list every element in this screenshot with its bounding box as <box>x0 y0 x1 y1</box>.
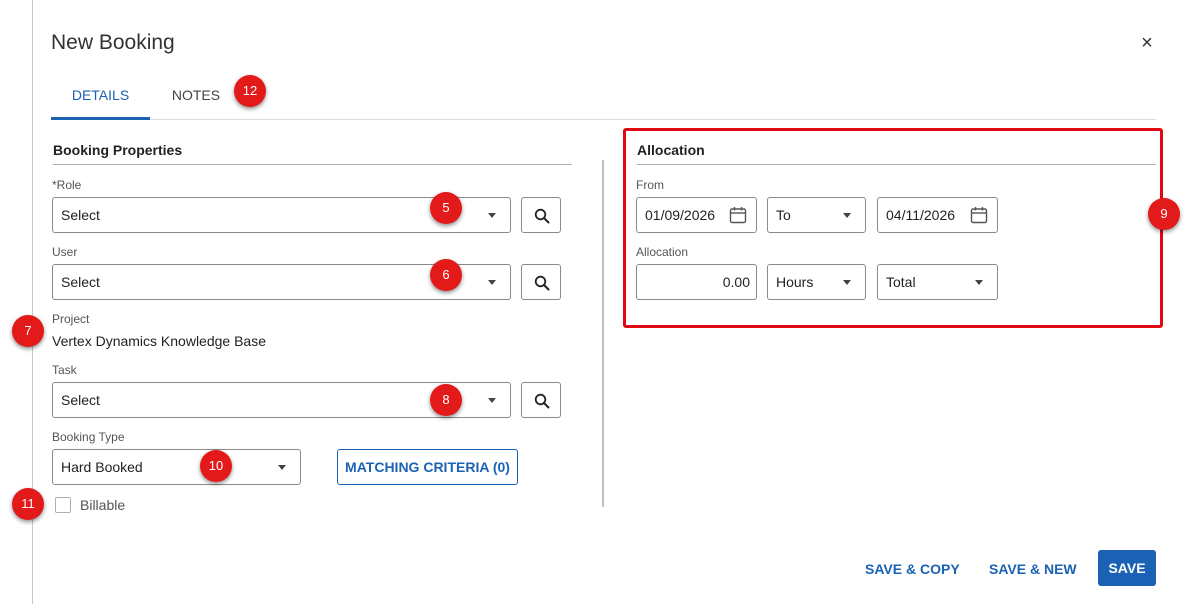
role-search-button[interactable] <box>521 197 561 233</box>
to-date-value: 04/11/2026 <box>886 207 956 223</box>
role-label: *Role <box>52 178 82 192</box>
search-icon <box>534 208 550 224</box>
chevron-down-icon <box>488 280 496 285</box>
chevron-down-icon <box>488 398 496 403</box>
annotation-badge: 12 <box>234 75 266 107</box>
chevron-down-icon <box>843 280 851 285</box>
billable-checkbox[interactable] <box>55 497 71 513</box>
search-icon <box>534 393 550 409</box>
annotation-badge: 10 <box>200 450 232 482</box>
task-label: Task <box>52 363 77 377</box>
from-label: From <box>636 178 664 192</box>
tab-details[interactable]: DETAILS <box>51 74 150 120</box>
to-select-value: To <box>776 207 791 223</box>
annotation-badge: 9 <box>1148 198 1180 230</box>
annotation-badge: 11 <box>12 488 44 520</box>
matching-criteria-button[interactable]: MATCHING CRITERIA (0) <box>337 449 518 485</box>
booking-properties-heading: Booking Properties <box>53 142 572 165</box>
to-select[interactable]: To <box>767 197 866 233</box>
booking-type-value: Hard Booked <box>61 459 143 475</box>
save-and-copy-button[interactable]: SAVE & COPY <box>865 561 960 577</box>
allocation-mode-value: Total <box>886 274 916 290</box>
chevron-down-icon <box>488 213 496 218</box>
billable-label: Billable <box>80 497 126 513</box>
allocation-unit-value: Hours <box>776 274 814 290</box>
from-date-input[interactable]: 01/09/2026 <box>636 197 757 233</box>
calendar-icon[interactable] <box>970 206 988 224</box>
user-select-value: Select <box>61 274 100 290</box>
dialog-title: New Booking <box>51 31 175 54</box>
user-label: User <box>52 245 78 259</box>
chevron-down-icon <box>843 213 851 218</box>
task-select-value: Select <box>61 392 100 408</box>
role-select-value: Select <box>61 207 100 223</box>
allocation-amount-input[interactable]: 0.00 <box>636 264 757 300</box>
calendar-icon[interactable] <box>729 206 747 224</box>
booking-type-select[interactable]: Hard Booked <box>52 449 301 485</box>
tab-notes[interactable]: NOTES <box>156 74 236 120</box>
from-date-value: 01/09/2026 <box>645 207 716 223</box>
save-and-new-button[interactable]: SAVE & NEW <box>989 561 1077 577</box>
search-icon <box>534 275 550 291</box>
annotation-badge: 8 <box>430 384 462 416</box>
tab-bar: DETAILS NOTES <box>51 74 1156 120</box>
booking-type-label: Booking Type <box>52 430 125 444</box>
chevron-down-icon <box>975 280 983 285</box>
project-label: Project <box>52 312 90 326</box>
chevron-down-icon <box>278 465 286 470</box>
close-icon[interactable]: × <box>1136 33 1158 55</box>
allocation-heading: Allocation <box>637 142 1156 165</box>
to-date-input[interactable]: 04/11/2026 <box>877 197 998 233</box>
user-search-button[interactable] <box>521 264 561 300</box>
allocation-mode-select[interactable]: Total <box>877 264 998 300</box>
save-button[interactable]: SAVE <box>1098 550 1156 586</box>
project-value: Vertex Dynamics Knowledge Base <box>52 333 266 349</box>
annotation-badge: 5 <box>430 192 462 224</box>
column-divider <box>602 160 604 507</box>
task-search-button[interactable] <box>521 382 561 418</box>
allocation-unit-select[interactable]: Hours <box>767 264 866 300</box>
annotation-badge: 7 <box>12 315 44 347</box>
allocation-label: Allocation <box>636 245 689 259</box>
annotation-badge: 6 <box>430 259 462 291</box>
